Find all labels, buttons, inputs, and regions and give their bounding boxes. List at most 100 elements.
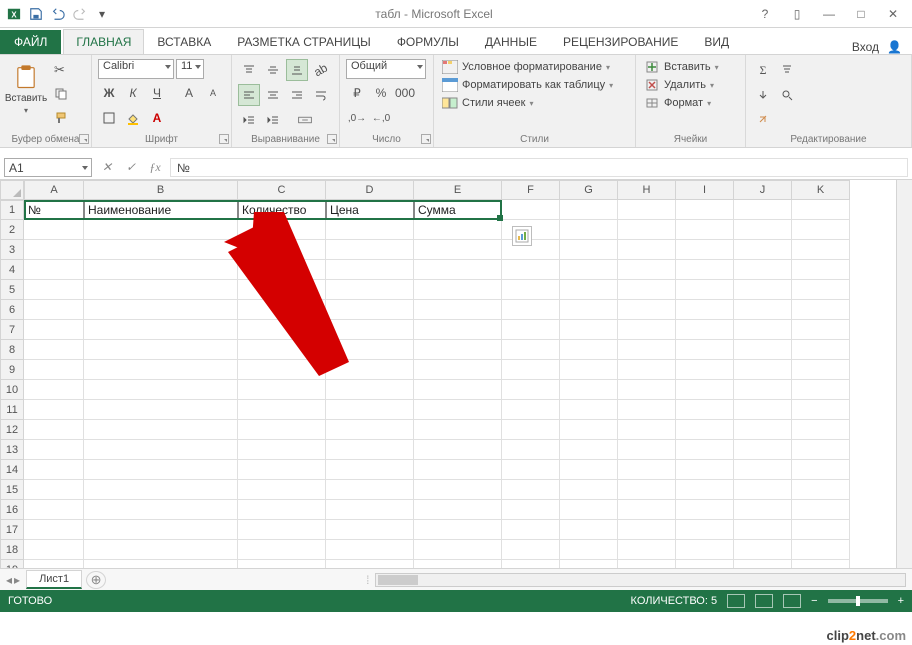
- cell[interactable]: [84, 420, 238, 440]
- cell[interactable]: [676, 460, 734, 480]
- cell[interactable]: [676, 520, 734, 540]
- cell[interactable]: Наименование: [84, 200, 238, 220]
- cell[interactable]: [24, 400, 84, 420]
- tab-view[interactable]: ВИД: [691, 29, 742, 54]
- cell[interactable]: [414, 220, 502, 240]
- cell[interactable]: [560, 280, 618, 300]
- cell[interactable]: [734, 420, 792, 440]
- number-format-combo[interactable]: Общий: [346, 59, 426, 79]
- cell[interactable]: [502, 560, 560, 568]
- cell[interactable]: [502, 200, 560, 220]
- cell[interactable]: [560, 380, 618, 400]
- cell[interactable]: [560, 440, 618, 460]
- cell-styles-button[interactable]: Стили ячеек▾: [440, 95, 615, 111]
- cell[interactable]: [502, 540, 560, 560]
- cell[interactable]: [502, 480, 560, 500]
- cell[interactable]: [676, 500, 734, 520]
- row-header[interactable]: 4: [0, 260, 24, 280]
- cell[interactable]: [502, 320, 560, 340]
- align-left-icon[interactable]: [238, 84, 260, 106]
- cell[interactable]: [502, 500, 560, 520]
- cell[interactable]: [84, 260, 238, 280]
- column-header[interactable]: F: [502, 180, 560, 200]
- cell[interactable]: [24, 540, 84, 560]
- cell[interactable]: [560, 560, 618, 568]
- sort-filter-button[interactable]: [776, 59, 798, 81]
- cell[interactable]: [84, 560, 238, 568]
- cell[interactable]: [792, 560, 850, 568]
- excel-app-icon[interactable]: X: [4, 4, 24, 24]
- cell[interactable]: [792, 340, 850, 360]
- cell[interactable]: [24, 280, 84, 300]
- align-top-icon[interactable]: [238, 59, 260, 81]
- cell[interactable]: [676, 300, 734, 320]
- column-header[interactable]: C: [238, 180, 326, 200]
- cell[interactable]: [414, 280, 502, 300]
- cell[interactable]: [24, 300, 84, 320]
- cell[interactable]: [326, 380, 414, 400]
- cell[interactable]: [676, 400, 734, 420]
- cell[interactable]: [618, 380, 676, 400]
- cell[interactable]: [560, 320, 618, 340]
- cell[interactable]: [238, 300, 326, 320]
- cell[interactable]: [238, 500, 326, 520]
- column-header[interactable]: D: [326, 180, 414, 200]
- cell[interactable]: [502, 380, 560, 400]
- cell[interactable]: [734, 300, 792, 320]
- row-header[interactable]: 12: [0, 420, 24, 440]
- cell[interactable]: [560, 480, 618, 500]
- minimize-icon[interactable]: —: [820, 7, 838, 21]
- cell[interactable]: [734, 500, 792, 520]
- cell[interactable]: [734, 240, 792, 260]
- orientation-icon[interactable]: ab: [310, 59, 332, 81]
- cell[interactable]: [792, 200, 850, 220]
- cell[interactable]: [618, 560, 676, 568]
- cell[interactable]: [84, 540, 238, 560]
- cell[interactable]: [676, 260, 734, 280]
- view-page-break-icon[interactable]: [783, 594, 801, 608]
- cell[interactable]: [792, 380, 850, 400]
- row-header[interactable]: 19: [0, 560, 24, 568]
- cell[interactable]: [676, 540, 734, 560]
- worksheet-grid[interactable]: ABCDEFGHIJK 1234567891011121314151617181…: [0, 180, 912, 568]
- cell[interactable]: [792, 360, 850, 380]
- cell[interactable]: [560, 420, 618, 440]
- fill-button[interactable]: [752, 84, 774, 106]
- conditional-formatting-button[interactable]: Условное форматирование▾: [440, 59, 615, 75]
- cell[interactable]: [618, 460, 676, 480]
- cell[interactable]: [24, 220, 84, 240]
- cell[interactable]: [24, 260, 84, 280]
- redo-icon[interactable]: [70, 4, 90, 24]
- cell[interactable]: [502, 340, 560, 360]
- delete-cells-button[interactable]: Удалить▾: [642, 77, 721, 93]
- cell[interactable]: [560, 400, 618, 420]
- cell[interactable]: [84, 240, 238, 260]
- increase-decimal-button[interactable]: ,0→: [346, 107, 368, 129]
- find-select-button[interactable]: [776, 84, 798, 106]
- column-header[interactable]: K: [792, 180, 850, 200]
- cell[interactable]: [618, 520, 676, 540]
- cell[interactable]: [24, 440, 84, 460]
- cell[interactable]: [618, 300, 676, 320]
- quick-analysis-icon[interactable]: [512, 226, 532, 246]
- row-header[interactable]: 9: [0, 360, 24, 380]
- tab-file[interactable]: ФАЙЛ: [0, 30, 61, 54]
- cell[interactable]: [676, 440, 734, 460]
- cell[interactable]: [84, 340, 238, 360]
- cell[interactable]: [238, 320, 326, 340]
- underline-button[interactable]: Ч: [146, 82, 168, 104]
- cell[interactable]: [792, 260, 850, 280]
- fill-color-button[interactable]: [122, 107, 144, 129]
- cut-icon[interactable]: ✂: [50, 59, 72, 81]
- sheet-nav[interactable]: ◂▸: [0, 573, 26, 587]
- row-header[interactable]: 15: [0, 480, 24, 500]
- increase-indent-icon[interactable]: [262, 109, 284, 131]
- cell[interactable]: [734, 360, 792, 380]
- cell[interactable]: [618, 420, 676, 440]
- row-header[interactable]: 13: [0, 440, 24, 460]
- cell[interactable]: [84, 300, 238, 320]
- cell[interactable]: [84, 360, 238, 380]
- tab-data[interactable]: ДАННЫЕ: [472, 29, 550, 54]
- cell[interactable]: [414, 420, 502, 440]
- cell[interactable]: [618, 500, 676, 520]
